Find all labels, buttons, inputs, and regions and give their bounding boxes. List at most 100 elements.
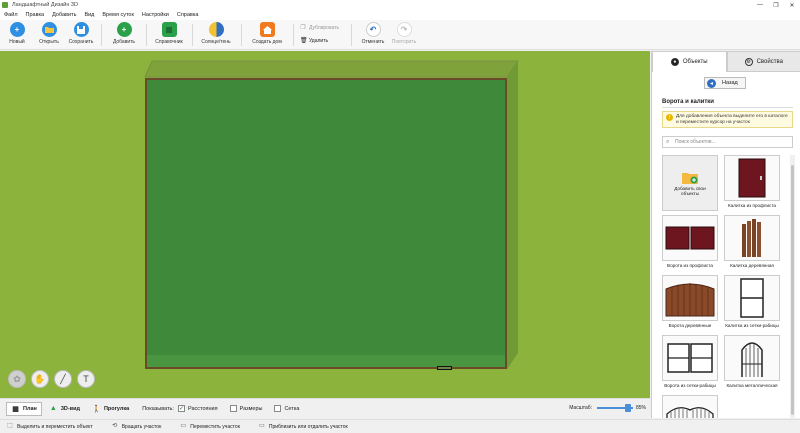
delete-button[interactable]: 🗑 Удалить (300, 38, 328, 44)
sun-shadow-button[interactable]: Солнце/тень (199, 22, 233, 49)
walk-button[interactable]: 🚶 Прогулка (87, 402, 134, 416)
hand-tool-icon[interactable]: ✋ (31, 370, 49, 388)
plan-label: План (23, 405, 37, 412)
redo-button[interactable]: ↷ Повторить (387, 22, 421, 49)
menu-view[interactable]: Вид (84, 12, 94, 18)
cursor-icon: ⬚ (7, 423, 13, 429)
menu-edit[interactable]: Правка (26, 12, 45, 18)
undo-icon: ↶ (365, 22, 381, 37)
profiled-gate-icon (665, 226, 715, 250)
tab-properties[interactable]: ⚙ Свойства (726, 51, 800, 72)
status-rotate: ⟲ Вращать участок (111, 423, 162, 430)
reference-button[interactable]: Справочник (152, 22, 186, 49)
catalog-caption: Ворота из сетки-рабицы (664, 383, 716, 388)
catalog-item[interactable]: Ворота деревянные (662, 275, 718, 333)
minimize-button[interactable]: — (752, 0, 768, 10)
hint-box: ! Для добавления объекта выделите его в … (662, 111, 793, 128)
catalog-item[interactable]: Калитка металлическая (724, 335, 780, 393)
catalog-thumb (662, 275, 718, 321)
create-house-label: Создать дом (252, 39, 282, 45)
menu-file[interactable]: Файл (4, 12, 18, 18)
zoom-slider-handle[interactable] (624, 404, 631, 412)
toolbar: + Новый Открыть Сохранить + Добавить Спр… (0, 20, 800, 50)
metal-wicket-icon (741, 342, 763, 377)
catalog-item[interactable] (662, 395, 718, 418)
tab-objects[interactable]: ● Объекты (652, 51, 727, 72)
duplicate-button[interactable]: ❐ Дублировать (300, 25, 339, 31)
text-tool-icon[interactable]: T (77, 370, 95, 388)
sun-shadow-icon (208, 22, 224, 37)
view-3d-label: 3D-вид (60, 405, 80, 412)
sizes-checkbox[interactable] (229, 405, 237, 412)
distances-checkbox[interactable]: ✓ (177, 405, 185, 412)
category-title: Ворота и калитки (662, 99, 714, 105)
metal-gate-icon (666, 407, 714, 418)
open-button[interactable]: Открыть (32, 22, 66, 49)
object-catalog: Добавить свои объекты Калитка из профлис… (662, 155, 788, 418)
status-rotate-label: Вращать участок (121, 423, 162, 430)
search-icon: ⌕ (666, 139, 670, 145)
menu-settings[interactable]: Настройки (142, 12, 169, 18)
toolbar-divider (351, 24, 352, 46)
catalog-scrollbar[interactable] (790, 155, 795, 418)
walk-label: Прогулка (103, 405, 130, 412)
status-move: ▭ Переместить участок (179, 423, 240, 430)
tab-properties-label: Свойства (756, 58, 783, 65)
rotate-icon: ⟲ (112, 423, 118, 429)
catalog-item[interactable]: Калитка из профлиста (724, 155, 780, 213)
ruler-tool-icon[interactable]: ╱ (54, 370, 72, 388)
catalog-item[interactable]: Калитка из сетки-рабицы (724, 275, 780, 333)
back-button[interactable]: ◂ Назад (704, 77, 746, 89)
catalog-caption: Ворота из профлиста (667, 263, 713, 268)
new-label: Новый (9, 39, 25, 45)
create-house-button[interactable]: Создать дом (250, 22, 284, 49)
menu-time-of-day[interactable]: Время суток (102, 12, 134, 18)
catalog-item[interactable]: Добавить свои объекты (662, 155, 718, 213)
add-button[interactable]: + Добавить (107, 22, 141, 49)
view-bar: ▦ План ▲ 3D-вид 🚶 Прогулка Показывать: ✓… (0, 398, 650, 418)
flower-tool-icon[interactable]: ✿ (8, 370, 26, 388)
undo-label: Отменить (361, 39, 385, 45)
toolbar-divider (293, 24, 294, 46)
view-3d-button[interactable]: ▲ 3D-вид (44, 402, 85, 416)
scrollbar-thumb[interactable] (791, 165, 794, 415)
open-label: Открыть (39, 39, 59, 45)
trash-icon: 🗑 (300, 38, 308, 44)
status-move-label: Переместить участок (190, 423, 240, 430)
show-label: Показывать: (142, 405, 174, 412)
gate-marker[interactable] (437, 366, 452, 370)
menu-add[interactable]: Добавить (52, 12, 76, 18)
plan-icon: ▦ (12, 405, 19, 413)
search-input[interactable]: ⌕ Поиск объектов... (662, 136, 793, 148)
design-canvas[interactable]: ✿ ✋ ╱ T (0, 51, 650, 398)
add-label: Добавить (112, 39, 136, 45)
canvas-tools: ✿ ✋ ╱ T (8, 370, 100, 388)
status-bar: ⬚ Выделить и переместить объект ⟲ Вращат… (0, 419, 800, 433)
gear-icon: ⚙ (744, 57, 753, 66)
objects-panel: ● Объекты ⚙ Свойства ◂ Назад Ворота и ка… (651, 51, 800, 418)
back-label: Назад (722, 80, 738, 86)
plan-view-button[interactable]: ▦ План (6, 401, 42, 416)
grid-checkbox[interactable] (274, 405, 282, 412)
title-bar: Ландшафтный Дизайн 3D — ❐ ✕ (0, 0, 800, 10)
garden-plot[interactable] (145, 78, 507, 369)
zoom-slider[interactable] (596, 404, 633, 412)
catalog-item[interactable]: Ворота из профлиста (662, 215, 718, 273)
menu-help[interactable]: Справка (177, 12, 199, 18)
close-button[interactable]: ✕ (784, 0, 800, 10)
status-select-move: ⬚ Выделить и переместить объект (6, 423, 93, 430)
undo-button[interactable]: ↶ Отменить (356, 22, 390, 49)
new-button[interactable]: + Новый (0, 22, 34, 49)
add-folder-icon (682, 172, 698, 184)
redo-label: Повторить (391, 39, 417, 45)
distances-label: Расстояния (187, 405, 218, 412)
chainlink-wicket-icon (740, 278, 764, 318)
catalog-item[interactable]: Калитка деревянная (724, 215, 780, 273)
arrow-left-icon: ◂ (707, 78, 716, 88)
redo-icon: ↷ (396, 22, 412, 37)
save-button[interactable]: Сохранить (64, 22, 98, 49)
toolbar-divider (146, 24, 147, 46)
maximize-button[interactable]: ❐ (768, 0, 784, 10)
chainlink-gate-icon (667, 343, 713, 373)
catalog-item[interactable]: Ворота из сетки-рабицы (662, 335, 718, 393)
